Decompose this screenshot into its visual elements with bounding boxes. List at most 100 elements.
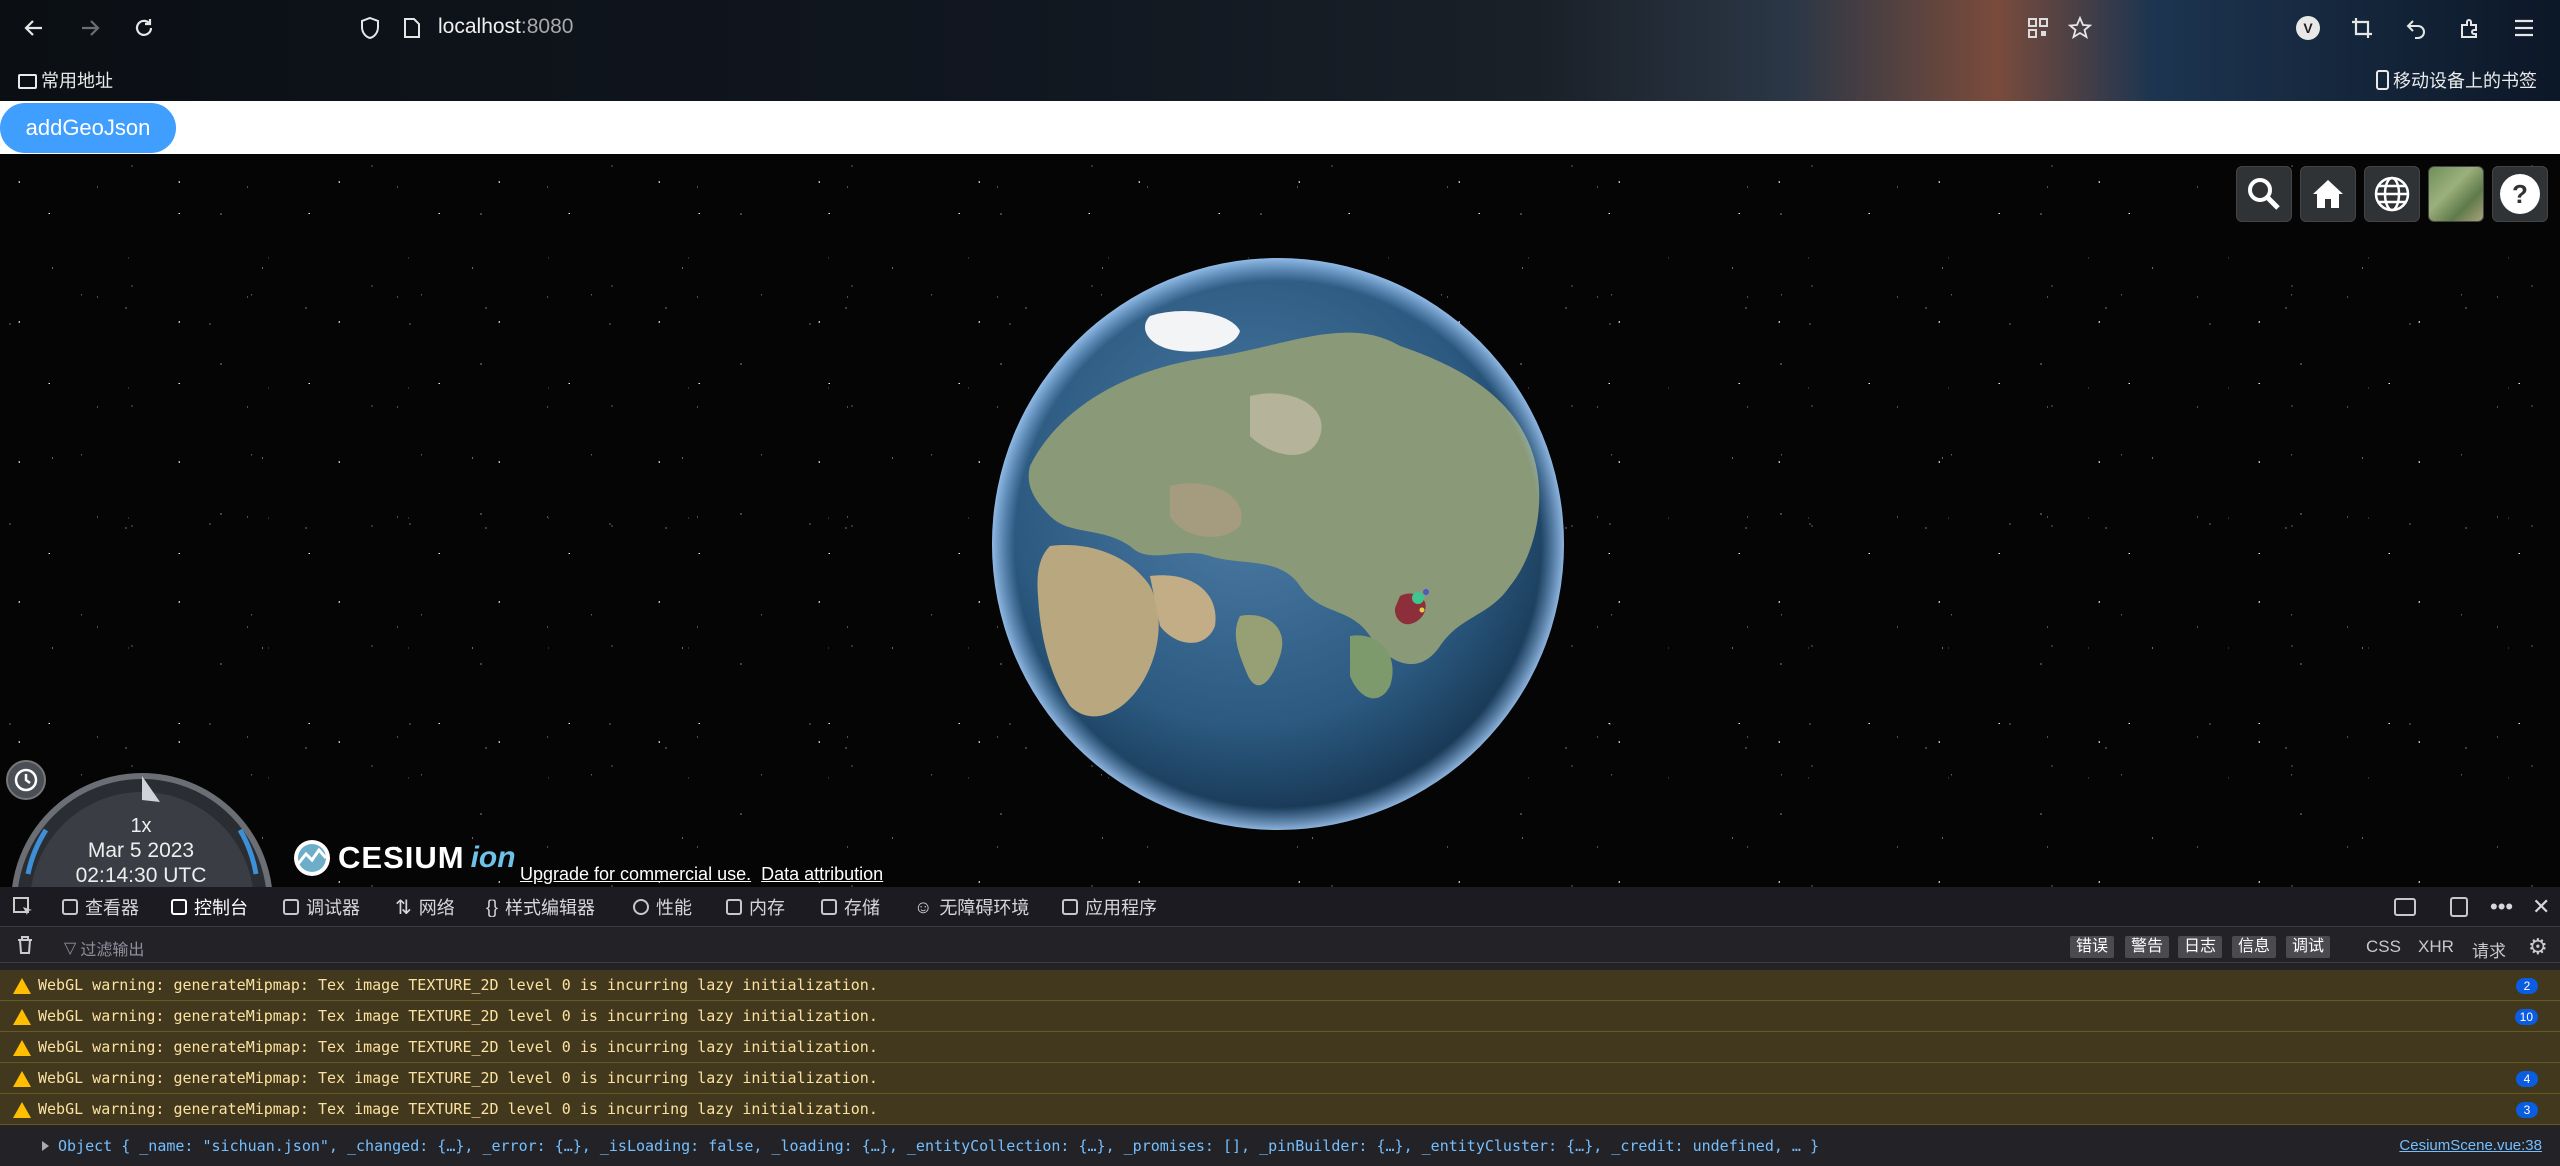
- console-message[interactable]: WebGL warning: generateMipmap: Tex image…: [0, 1032, 2560, 1063]
- url-bar[interactable]: localhost:8080: [438, 15, 573, 39]
- clock-button[interactable]: [6, 760, 46, 800]
- element-picker-button[interactable]: [12, 887, 34, 927]
- filter-css[interactable]: CSS: [2366, 937, 2401, 957]
- tab-label: 查看器: [85, 898, 139, 918]
- help-icon: ?: [2500, 174, 2540, 214]
- object-log-text: Object { _name: "sichuan.json", _changed…: [58, 1137, 1819, 1155]
- shield-icon[interactable]: [354, 12, 386, 44]
- url-port: :8080: [520, 15, 574, 38]
- tab-label: 控制台: [194, 898, 248, 918]
- globe-icon: [2374, 176, 2410, 212]
- tab-debugger[interactable]: 调试器: [283, 887, 360, 927]
- console-message[interactable]: WebGL warning: generateMipmap: Tex image…: [0, 1063, 2560, 1094]
- forward-arrow-icon[interactable]: [74, 12, 106, 44]
- gear-icon: ⚙: [2528, 934, 2548, 959]
- filter-errors[interactable]: 错误: [2070, 936, 2115, 958]
- cesium-logo-icon: [294, 840, 330, 876]
- url-host: localhost: [438, 15, 521, 38]
- animation-time: 02:14:30 UTC: [75, 864, 207, 887]
- console-filter-bar: ▽ 过滤输出 错误 警告 日志 信息 调试 CSS XHR 请求 ⚙: [0, 927, 2560, 963]
- filter-logs[interactable]: 日志: [2178, 936, 2223, 958]
- data-attribution-link[interactable]: Data attribution: [761, 864, 883, 885]
- vue-devtools-icon[interactable]: V: [2292, 12, 2324, 44]
- tab-performance[interactable]: 性能: [633, 887, 692, 927]
- clear-console-button[interactable]: [16, 935, 34, 960]
- tab-label: 存储: [844, 898, 880, 918]
- svg-text:?: ?: [2512, 179, 2528, 209]
- tab-network[interactable]: ⇅ 网络: [395, 887, 455, 927]
- tab-memory[interactable]: 内存: [726, 887, 785, 927]
- cesium-brand-text: CESIUM: [338, 840, 465, 875]
- clock-icon: [14, 768, 38, 792]
- cesium-ion-logo[interactable]: CESIUM ion: [292, 838, 516, 878]
- expand-triangle-icon[interactable]: [42, 1141, 49, 1151]
- close-devtools-button[interactable]: ✕: [2532, 887, 2550, 927]
- filter-requests[interactable]: 请求: [2472, 937, 2506, 962]
- base-layer-picker-button[interactable]: [2428, 166, 2484, 222]
- filter-output-input[interactable]: ▽ 过滤输出: [64, 936, 144, 960]
- add-geojson-button[interactable]: addGeoJson: [0, 103, 176, 153]
- scene-mode-button[interactable]: [2364, 166, 2420, 222]
- animation-speed: 1x: [130, 815, 152, 837]
- split-console-button[interactable]: [2394, 887, 2416, 927]
- animation-date: Mar 5 2023: [87, 839, 195, 862]
- tab-accessibility[interactable]: ☺ 无障碍环境: [914, 887, 1029, 927]
- warning-icon: [13, 1071, 31, 1087]
- tab-label: 样式编辑器: [505, 898, 596, 918]
- message-text: WebGL warning: generateMipmap: Tex image…: [38, 1100, 878, 1118]
- more-options-button[interactable]: •••: [2490, 887, 2513, 927]
- dock-icon: [2450, 897, 2468, 917]
- accessibility-icon: ☺: [914, 896, 933, 917]
- style-editor-icon: {}: [486, 896, 499, 917]
- back-arrow-icon[interactable]: [18, 12, 50, 44]
- bookmark-folder-common[interactable]: 常用地址: [18, 67, 113, 93]
- folder-icon: [18, 73, 37, 89]
- extensions-icon[interactable]: [2454, 12, 2486, 44]
- console-message[interactable]: WebGL warning: generateMipmap: Tex image…: [0, 970, 2560, 1001]
- repeat-count-badge: 3: [2516, 1102, 2538, 1118]
- console-message[interactable]: WebGL warning: generateMipmap: Tex image…: [0, 1094, 2560, 1125]
- filter-xhr[interactable]: XHR: [2418, 937, 2454, 957]
- repeat-count-badge: 2: [2516, 978, 2538, 994]
- tab-label: 应用程序: [1085, 898, 1157, 918]
- tab-style-editor[interactable]: {} 样式编辑器: [486, 887, 595, 927]
- filter-icon: ▽: [64, 940, 77, 957]
- tab-application[interactable]: 应用程序: [1062, 887, 1157, 927]
- memory-icon: [726, 899, 742, 915]
- bookmark-folder-mobile[interactable]: 移动设备上的书签: [2376, 67, 2537, 93]
- globe[interactable]: [990, 256, 1566, 832]
- qr-code-icon[interactable]: [2022, 12, 2054, 44]
- dock-button[interactable]: [2450, 887, 2468, 927]
- star-icon[interactable]: [2064, 12, 2096, 44]
- undo-icon[interactable]: [2400, 12, 2432, 44]
- element-picker-icon: [13, 897, 32, 915]
- source-link[interactable]: CesiumScene.vue:38: [2399, 1131, 2542, 1161]
- close-icon: ✕: [2532, 894, 2551, 919]
- message-text: WebGL warning: generateMipmap: Tex image…: [38, 1007, 878, 1025]
- console-object-log[interactable]: Object { _name: "sichuan.json", _changed…: [0, 1131, 2560, 1161]
- cesium-viewer[interactable]: ? 1x Mar 5 2023 02:14:30 UTC CESIUM ion …: [0, 154, 2560, 887]
- reload-icon[interactable]: [128, 12, 160, 44]
- menu-icon[interactable]: [2508, 12, 2540, 44]
- console-settings-button[interactable]: ⚙: [2528, 934, 2548, 960]
- tab-label: 无障碍环境: [939, 898, 1030, 918]
- tab-inspector[interactable]: 查看器: [62, 887, 139, 927]
- help-button[interactable]: ?: [2492, 166, 2548, 222]
- tab-console[interactable]: 控制台: [171, 887, 248, 927]
- home-icon: [2313, 180, 2343, 208]
- filter-debug[interactable]: 调试: [2286, 936, 2331, 958]
- filter-warnings[interactable]: 警告: [2125, 936, 2170, 958]
- warning-icon: [13, 1009, 31, 1025]
- home-button[interactable]: [2300, 166, 2356, 222]
- crop-icon[interactable]: [2346, 12, 2378, 44]
- geocoder-search-button[interactable]: [2236, 166, 2292, 222]
- filter-info[interactable]: 信息: [2232, 936, 2277, 958]
- credits-bar: Upgrade for commercial use. Data attribu…: [520, 864, 883, 885]
- tab-storage[interactable]: 存储: [821, 887, 880, 927]
- console-message[interactable]: WebGL warning: generateMipmap: Tex image…: [0, 1001, 2560, 1032]
- upgrade-link[interactable]: Upgrade for commercial use.: [520, 864, 751, 885]
- bookmark-folder-label: 常用地址: [41, 71, 113, 91]
- warning-icon: [13, 1102, 31, 1118]
- console-icon: [171, 899, 187, 915]
- message-text: WebGL warning: generateMipmap: Tex image…: [38, 976, 878, 994]
